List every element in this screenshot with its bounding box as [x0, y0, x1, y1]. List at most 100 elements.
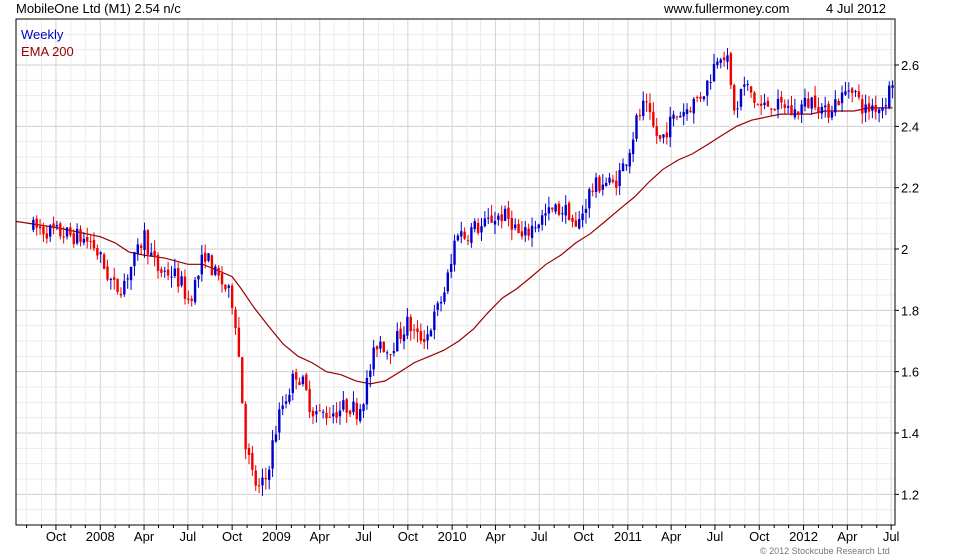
- candle-body: [581, 213, 584, 221]
- candle-body: [743, 84, 746, 87]
- candle-body: [392, 350, 396, 354]
- candle-body: [685, 109, 689, 114]
- candle: [847, 82, 850, 99]
- candle: [365, 370, 369, 410]
- candle-body: [79, 229, 82, 242]
- candle-body: [871, 105, 874, 111]
- candle-body: [840, 92, 844, 104]
- candle-body: [251, 452, 254, 470]
- candle: [325, 406, 328, 426]
- candle: [540, 209, 544, 231]
- candle: [133, 251, 136, 276]
- candle-body: [332, 413, 335, 417]
- candle: [790, 95, 793, 116]
- candle: [810, 96, 813, 115]
- candle-body: [136, 244, 139, 254]
- candle: [726, 48, 729, 70]
- candle-body: [291, 373, 294, 394]
- candle: [837, 98, 840, 106]
- candle: [500, 205, 503, 229]
- x-tick-label: 2011: [614, 529, 642, 544]
- candle: [412, 324, 416, 340]
- candle: [487, 208, 490, 225]
- y-tick-label: 1.4: [901, 426, 919, 441]
- candle-body: [513, 224, 517, 229]
- candle-body: [52, 223, 55, 229]
- candle: [241, 357, 244, 404]
- candle-body: [187, 298, 190, 300]
- candle-body: [561, 213, 564, 215]
- candle: [271, 430, 274, 478]
- candle-body: [170, 276, 173, 278]
- candle-body: [352, 401, 355, 413]
- candle-body: [574, 220, 578, 227]
- candle: [173, 258, 177, 279]
- candle-body: [537, 224, 540, 229]
- candle: [510, 210, 514, 241]
- candle-body: [429, 330, 433, 337]
- x-tick-label: 2009: [262, 529, 291, 544]
- candle-body: [615, 180, 618, 188]
- candle-body: [618, 170, 621, 186]
- candle-body: [453, 240, 456, 265]
- candle: [864, 94, 867, 122]
- candle-body: [42, 226, 45, 235]
- candle: [224, 284, 227, 292]
- candle-body: [551, 207, 554, 210]
- candle-body: [113, 277, 116, 280]
- candle: [604, 177, 608, 187]
- x-tick-label: Jul: [180, 529, 197, 544]
- candle: [507, 201, 510, 227]
- candle: [318, 403, 321, 412]
- candle: [180, 271, 183, 288]
- candle-body: [55, 224, 59, 227]
- candle-body: [362, 404, 365, 412]
- candle-body: [166, 269, 170, 276]
- candle-body: [658, 135, 662, 139]
- candle-body: [638, 115, 642, 117]
- candle: [823, 96, 827, 118]
- candle-body: [389, 354, 392, 356]
- candle-body: [854, 91, 857, 93]
- candle-body: [335, 412, 338, 418]
- candle-body: [99, 252, 102, 255]
- candle: [780, 90, 783, 110]
- candle: [702, 96, 706, 102]
- candle: [689, 106, 692, 113]
- candle-body: [433, 311, 436, 331]
- candle-body: [753, 92, 756, 103]
- candle-body: [315, 411, 318, 415]
- candle: [850, 87, 854, 103]
- candle-body: [466, 240, 470, 242]
- candle: [594, 172, 598, 198]
- candle-body: [449, 263, 453, 272]
- candle-body: [668, 116, 672, 138]
- candle-body: [877, 109, 881, 114]
- candle: [834, 90, 837, 117]
- candle: [658, 134, 662, 142]
- candle: [439, 296, 443, 312]
- candle: [588, 187, 591, 218]
- candle-body: [348, 410, 352, 415]
- candle-body: [689, 110, 692, 113]
- candle-body: [423, 339, 426, 342]
- candle: [146, 229, 150, 265]
- candle-body: [722, 57, 726, 61]
- candle: [561, 206, 564, 222]
- candle: [75, 223, 79, 246]
- candle-body: [241, 357, 244, 404]
- legend-weekly: Weekly: [21, 27, 64, 42]
- candle: [672, 110, 675, 127]
- candle: [513, 218, 517, 231]
- candle-body: [75, 228, 79, 244]
- candle-body: [153, 250, 156, 257]
- candle: [45, 226, 49, 244]
- candle: [817, 97, 820, 120]
- candle-body: [224, 284, 227, 290]
- candle-body: [48, 225, 52, 237]
- candle-body: [217, 267, 220, 276]
- candle: [72, 229, 75, 248]
- candle: [470, 222, 473, 248]
- candle: [153, 240, 156, 267]
- candle-body: [419, 331, 423, 341]
